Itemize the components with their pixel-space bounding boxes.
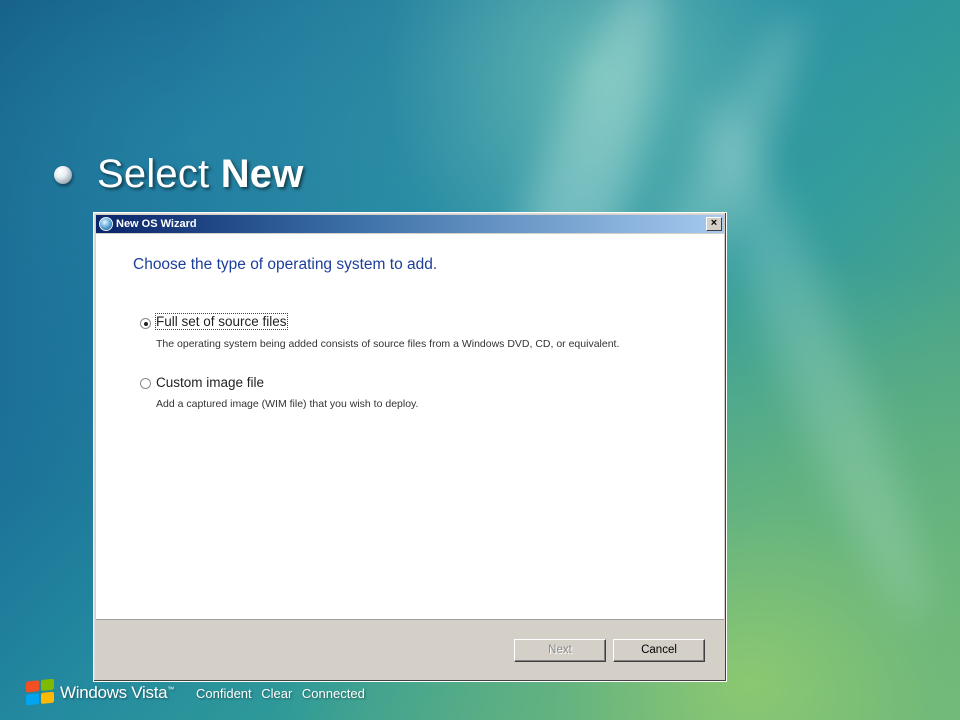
brand-tagline: Confident Clear Connected [195, 685, 365, 701]
brand-trademark: ™ [167, 686, 174, 694]
cancel-button[interactable]: Cancel [613, 639, 705, 662]
next-button[interactable]: Next [514, 639, 606, 662]
full-source-description: The operating system being added consist… [156, 338, 620, 350]
wizard-content: Choose the type of operating system to a… [96, 234, 724, 620]
dialog-titlebar[interactable]: New OS Wizard × [96, 215, 724, 233]
custom-image-radio[interactable] [140, 378, 151, 389]
wizard-heading: Choose the type of operating system to a… [133, 256, 438, 273]
full-source-label[interactable]: Full set of source files [155, 313, 288, 330]
custom-image-label[interactable]: Custom image file [156, 375, 264, 390]
close-icon[interactable]: × [706, 217, 722, 231]
custom-image-description: Add a captured image (WIM file) that you… [156, 398, 419, 410]
dialog-title: New OS Wizard [116, 218, 197, 230]
brand-name: Windows Vista™ [60, 683, 174, 703]
windows-flag-icon [26, 678, 56, 707]
bullet-icon [54, 165, 72, 184]
wizard-icon [99, 217, 113, 231]
full-source-radio[interactable] [140, 318, 151, 329]
slide-title-prefix: Select [97, 152, 210, 196]
slide-bullet-point: Select New [54, 152, 304, 197]
slide-title: Select New [97, 152, 304, 197]
slide-title-emphasis: New [220, 152, 304, 196]
new-os-wizard-dialog: New OS Wizard × Choose the type of opera… [93, 212, 727, 682]
windows-vista-branding: Windows Vista™ Confident Clear Connected [26, 678, 365, 707]
brand-product: Windows Vista [60, 683, 168, 702]
